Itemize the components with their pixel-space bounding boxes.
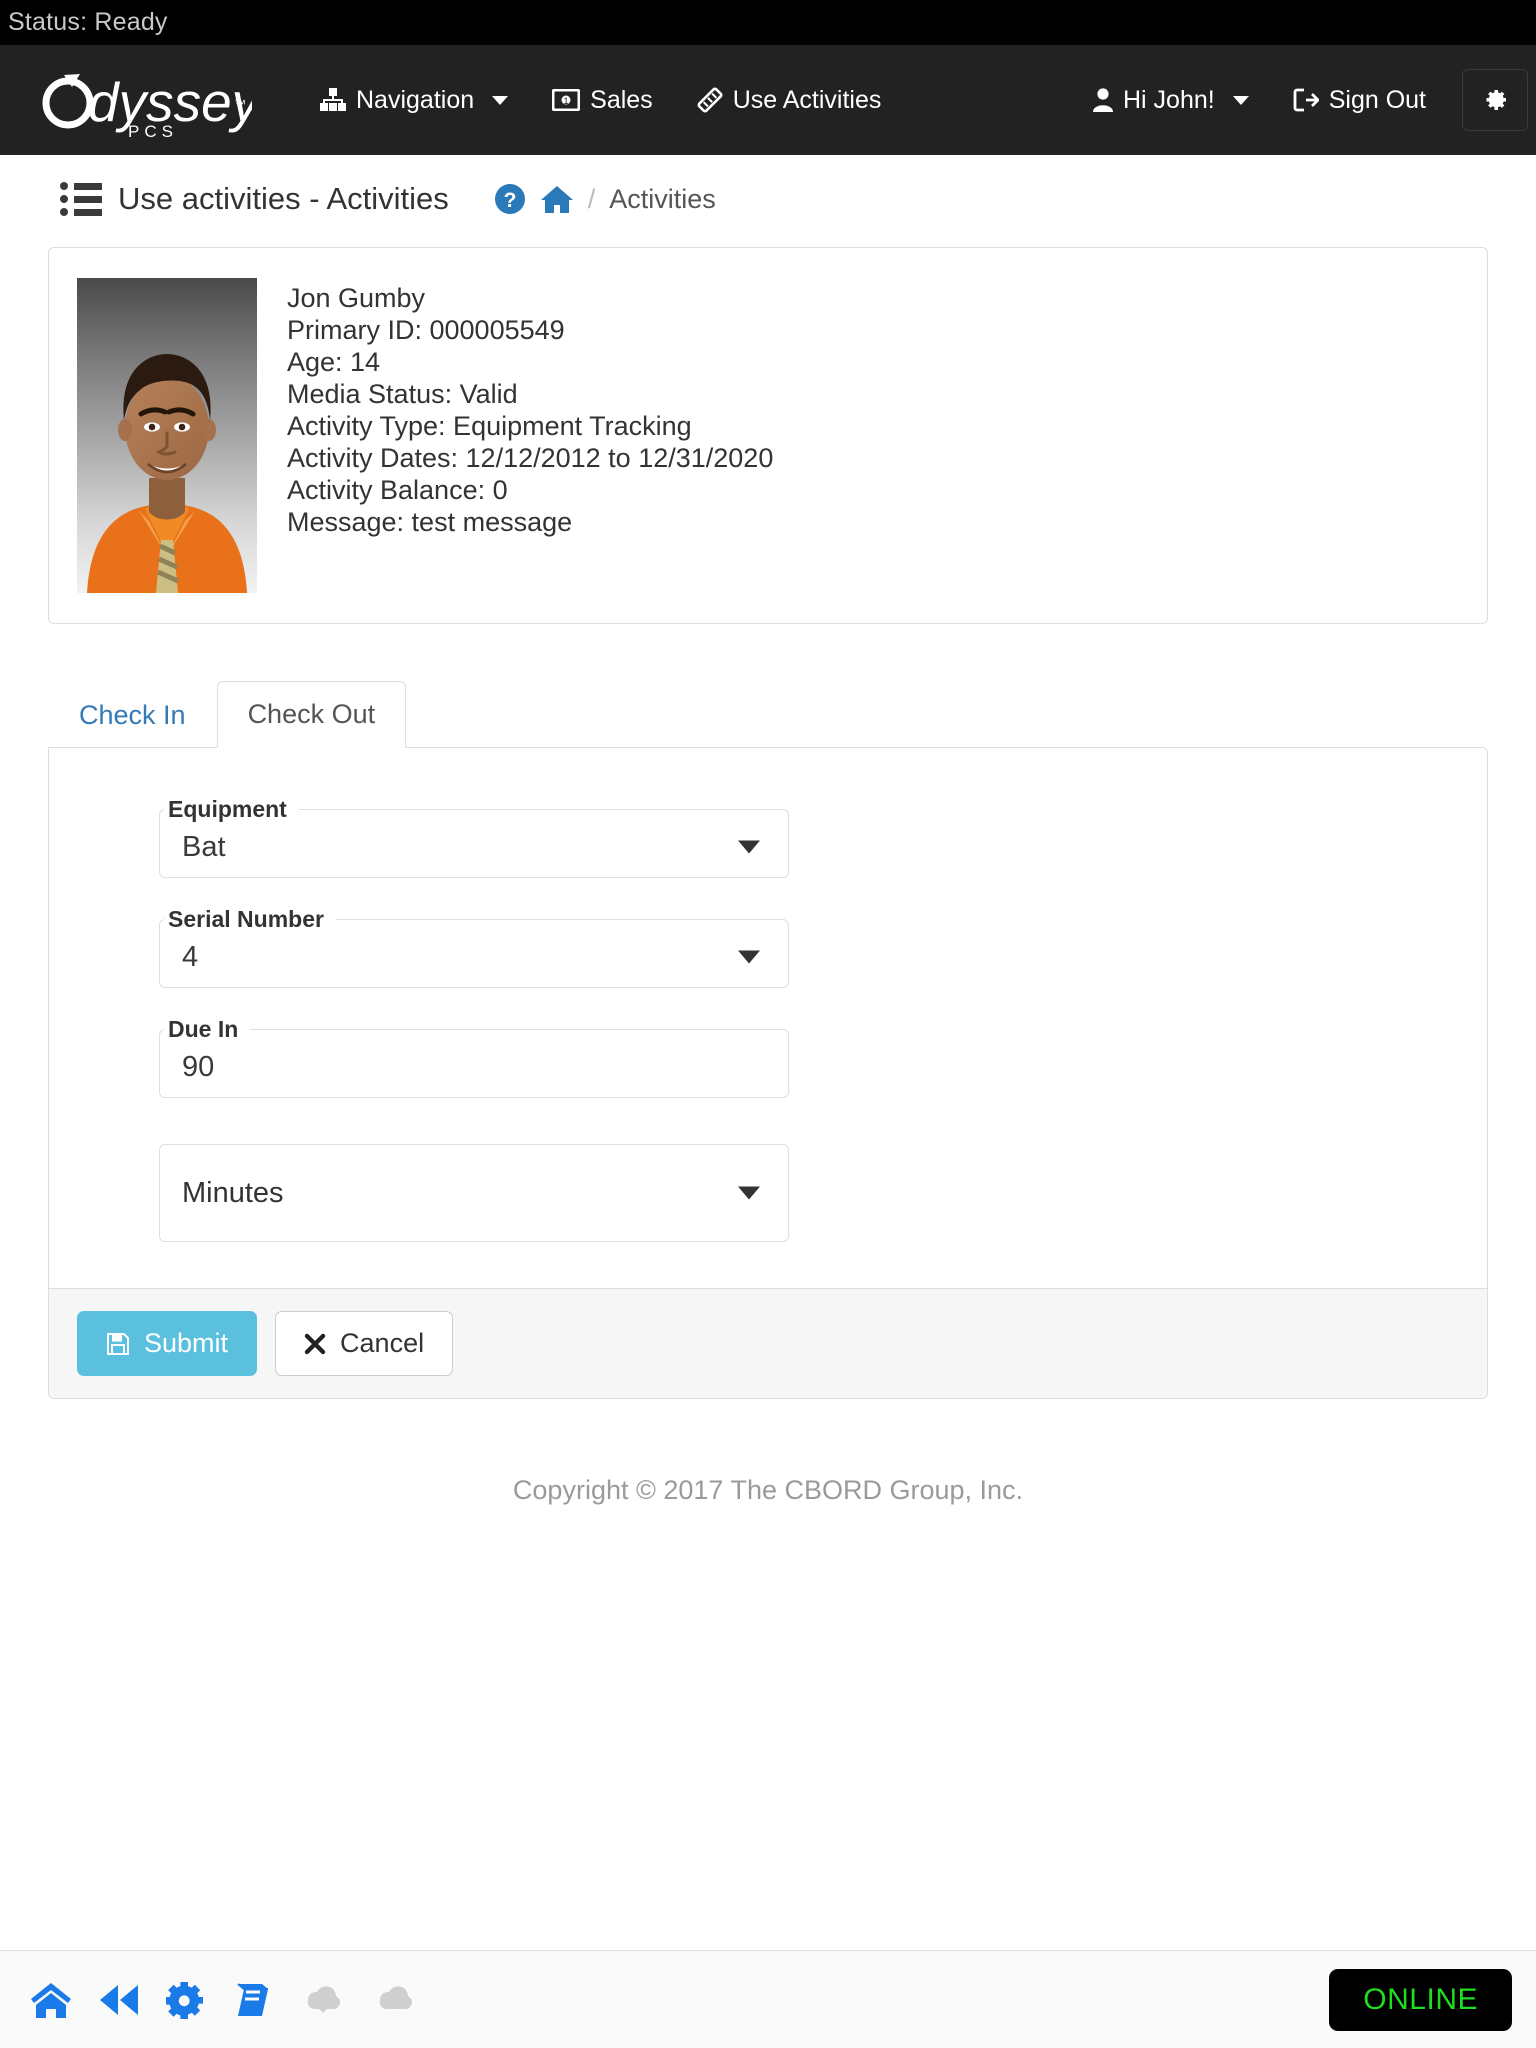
person-details: Jon Gumby Primary ID: 000005549 Age: 14 … bbox=[287, 278, 773, 593]
chevron-down-icon bbox=[1232, 95, 1249, 105]
tab-bar: Check In Check Out bbox=[48, 680, 1488, 748]
nav-item-sales[interactable]: 1 Sales bbox=[530, 45, 675, 155]
svg-text:PCS: PCS bbox=[128, 122, 178, 139]
chevron-down-icon bbox=[492, 95, 509, 105]
cloud-upload-icon bbox=[372, 1983, 418, 2017]
home-icon[interactable] bbox=[540, 184, 574, 214]
nav-item-sign-out-label: Sign Out bbox=[1328, 85, 1426, 114]
money-bill-icon: 1 bbox=[552, 89, 581, 111]
svg-text:1: 1 bbox=[564, 96, 569, 106]
person-media-status: Media Status: Valid bbox=[287, 379, 518, 410]
serial-number-field: Serial Number 4 bbox=[159, 906, 789, 988]
person-activity-dates: Activity Dates: 12/12/2012 to 12/31/2020 bbox=[287, 443, 774, 474]
navbar-right: Hi John! Sign Out bbox=[1071, 45, 1536, 155]
sitemap-icon bbox=[320, 88, 346, 112]
person-activity-type: Activity Type: Equipment Tracking bbox=[287, 411, 692, 442]
due-in-value: 90 bbox=[182, 1050, 215, 1083]
breadcrumb: ? / Activities bbox=[494, 183, 716, 215]
save-icon bbox=[106, 1332, 130, 1356]
form-actions: Submit Cancel bbox=[49, 1288, 1487, 1398]
person-primary-id: Primary ID: 000005549 bbox=[287, 315, 565, 346]
person-name: Jon Gumby bbox=[287, 283, 426, 313]
chevron-down-icon bbox=[738, 950, 760, 964]
question-circle-icon[interactable]: ? bbox=[494, 183, 526, 215]
breadcrumb-separator: / bbox=[587, 183, 596, 214]
submit-button-label: Submit bbox=[144, 1328, 229, 1358]
status-bar-text: Status: Ready bbox=[8, 8, 168, 36]
cancel-button[interactable]: Cancel bbox=[275, 1311, 454, 1376]
due-in-field: Due In 90 bbox=[159, 1016, 789, 1098]
svg-text:?: ? bbox=[503, 189, 516, 212]
gear-icon[interactable] bbox=[166, 1980, 206, 2020]
tab-check-in-label: Check In bbox=[79, 700, 186, 730]
cloud-download-icon bbox=[300, 1983, 346, 2017]
chevron-down-icon bbox=[738, 1186, 760, 1200]
copyright-text: Copyright © 2017 The CBORD Group, Inc. bbox=[512, 1475, 1024, 1505]
tab-check-out-label: Check Out bbox=[247, 699, 376, 729]
main-navbar: dyssey PCS ™ Navigation 1 Sales Use Acti… bbox=[0, 45, 1536, 155]
ticket-icon bbox=[697, 87, 723, 113]
breadcrumb-current: Activities bbox=[609, 183, 716, 214]
bottom-toolbar: ONLINE bbox=[0, 1950, 1536, 2048]
nav-item-use-activities-label: Use Activities bbox=[732, 85, 882, 114]
serial-number-value: 4 bbox=[182, 940, 199, 973]
settings-button[interactable] bbox=[1462, 69, 1528, 131]
equipment-select[interactable]: Bat bbox=[160, 807, 788, 887]
sign-out-icon bbox=[1293, 88, 1319, 112]
due-in-input[interactable]: 90 bbox=[160, 1027, 788, 1107]
nav-item-user-menu[interactable]: Hi John! bbox=[1071, 45, 1271, 155]
nav-item-navigation[interactable]: Navigation bbox=[298, 45, 530, 155]
connection-status-badge: ONLINE bbox=[1329, 1968, 1512, 2031]
page-title: Use activities - Activities bbox=[60, 181, 449, 217]
due-in-unit-select[interactable]: Minutes bbox=[159, 1144, 789, 1242]
chevron-down-icon bbox=[738, 840, 760, 854]
page-title-text: Use activities - Activities bbox=[118, 181, 449, 216]
navbar-links: Navigation 1 Sales Use Activities bbox=[298, 45, 903, 155]
person-activity-balance: Activity Balance: 0 bbox=[287, 475, 508, 506]
brand-logo[interactable]: dyssey PCS ™ bbox=[28, 61, 252, 139]
odyssey-pcs-logo: dyssey PCS ™ bbox=[42, 71, 252, 139]
check-out-panel: Equipment Bat Serial Number 4 Due In 90 … bbox=[48, 747, 1488, 1399]
serial-number-select[interactable]: 4 bbox=[160, 917, 788, 997]
user-icon bbox=[1093, 88, 1113, 112]
person-panel: Jon Gumby Primary ID: 000005549 Age: 14 … bbox=[48, 247, 1488, 624]
gear-icon bbox=[1482, 87, 1508, 113]
status-bar: Status: Ready bbox=[0, 0, 1536, 45]
home-icon[interactable] bbox=[30, 1981, 72, 2019]
portrait-photo bbox=[77, 278, 257, 593]
tab-check-out[interactable]: Check Out bbox=[216, 681, 407, 748]
list-ul-icon bbox=[60, 182, 102, 216]
person-age: Age: 14 bbox=[287, 347, 381, 378]
person-summary: Jon Gumby Primary ID: 000005549 Age: 14 … bbox=[49, 248, 1487, 623]
due-in-unit-value: Minutes bbox=[182, 1176, 284, 1209]
svg-text:™: ™ bbox=[234, 97, 246, 111]
nav-item-sales-label: Sales bbox=[590, 85, 653, 114]
nav-item-navigation-label: Navigation bbox=[356, 85, 475, 114]
avatar bbox=[77, 278, 257, 593]
submit-button[interactable]: Submit bbox=[77, 1311, 258, 1376]
nav-item-use-activities[interactable]: Use Activities bbox=[675, 45, 904, 155]
equipment-value: Bat bbox=[182, 830, 226, 863]
fast-backward-icon[interactable] bbox=[98, 1983, 140, 2017]
cancel-button-label: Cancel bbox=[340, 1328, 425, 1358]
equipment-field: Equipment Bat bbox=[159, 796, 789, 878]
times-icon bbox=[304, 1333, 326, 1355]
nav-item-user-menu-label: Hi John! bbox=[1123, 85, 1215, 114]
check-out-form: Equipment Bat Serial Number 4 Due In 90 … bbox=[49, 748, 1487, 1288]
bottom-toolbar-icons bbox=[30, 1980, 418, 2020]
nav-item-sign-out[interactable]: Sign Out bbox=[1271, 45, 1448, 155]
connection-status-text: ONLINE bbox=[1363, 1982, 1478, 2016]
tab-check-in[interactable]: Check In bbox=[48, 682, 217, 748]
page-header: Use activities - Activities ? / Activiti… bbox=[0, 155, 1536, 217]
person-message: Message: test message bbox=[287, 507, 573, 538]
book-icon[interactable] bbox=[232, 1981, 274, 2019]
